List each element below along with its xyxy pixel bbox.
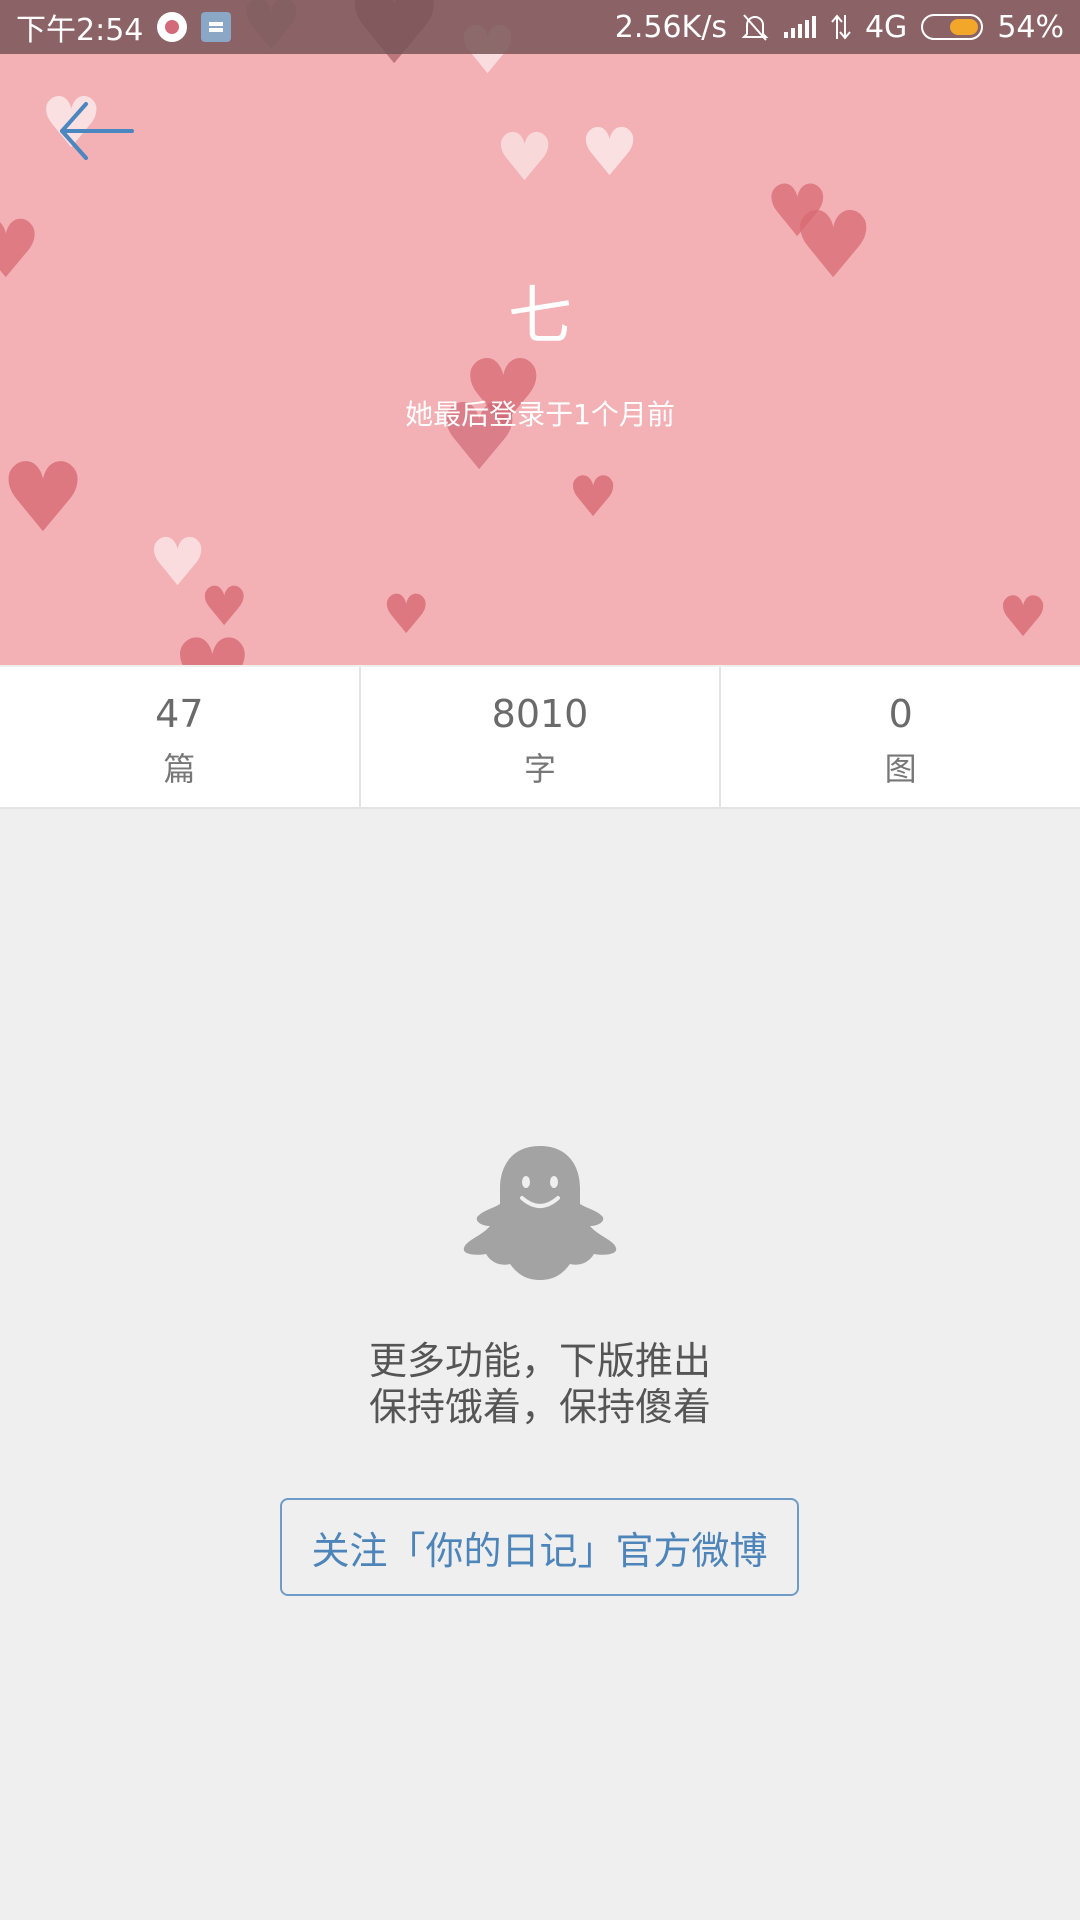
stat-words[interactable]: 8010 字 [361, 667, 722, 807]
message-notification-icon [201, 12, 232, 42]
signal-strength-icon [783, 14, 817, 40]
message-line: 保持饿着，保持傻着 [368, 1385, 711, 1429]
stat-label: 图 [884, 750, 917, 788]
battery-level-fill [950, 19, 979, 35]
stat-images[interactable]: 0 图 [721, 667, 1080, 807]
stats-bar: 47 篇 8010 字 0 图 [0, 667, 1080, 809]
network-type: 4G [864, 9, 908, 45]
last-login-text: 她最后登录于1个月前 [405, 398, 675, 431]
status-time: 下午2:54 [16, 13, 144, 48]
back-button[interactable] [58, 96, 142, 166]
battery-icon [921, 14, 984, 40]
heart-decoration-icon: ♥ [998, 585, 1049, 650]
app-notification-icon [157, 12, 188, 42]
stat-entries[interactable]: 47 篇 [0, 667, 361, 807]
heart-decoration-icon: ♥ [0, 442, 87, 554]
heart-decoration-icon: ♥ [568, 465, 619, 530]
data-transfer-icon [831, 13, 851, 41]
status-bar: 下午2:54 2.56K/s 4G 54% [0, 0, 1080, 54]
arrow-left-icon [60, 102, 134, 160]
ghost-icon [460, 1140, 620, 1290]
heart-decoration-icon: ♥ [382, 583, 431, 646]
stat-label: 篇 [163, 750, 196, 788]
stat-value: 8010 [491, 692, 589, 736]
profile-name: 七 [508, 280, 572, 354]
message-line: 更多功能，下版推出 [368, 1339, 711, 1383]
heart-decoration-icon: ♥ [172, 628, 253, 666]
heart-decoration-icon: ♥ [148, 524, 208, 601]
bell-muted-icon [741, 12, 769, 42]
profile-header: ♥ ♥ ♥ ♥ ♥ ♥ ♥ ♥ ♥ ♥ ♥ ♥ ♥ ♥ ♥ ♥ ♥ ♥ 七 她最… [0, 0, 1080, 665]
heart-decoration-icon: ♥ [495, 119, 555, 196]
stat-label: 字 [524, 750, 557, 788]
empty-state-message: 更多功能，下版推出 保持饿着，保持傻着 [0, 1338, 1080, 1430]
network-speed: 2.56K/s [614, 9, 727, 45]
stat-value: 0 [888, 692, 913, 736]
stat-value: 47 [155, 692, 204, 736]
follow-weibo-button[interactable]: 关注「你的日记」官方微博 [280, 1498, 799, 1596]
heart-decoration-icon: ♥ [580, 114, 640, 191]
battery-percent: 54% [997, 9, 1064, 45]
